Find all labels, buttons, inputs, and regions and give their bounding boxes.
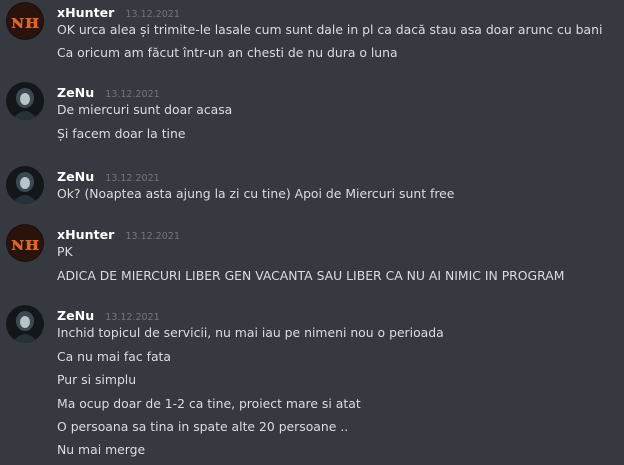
hooded-figure-icon[interactable] bbox=[6, 82, 44, 120]
message-line: ADICA DE MIERCURI LIBER GEN VACANTA SAU … bbox=[57, 268, 565, 283]
chat-messages: ɴн xHunter 13.12.2021 OK urca alea și tr… bbox=[0, 0, 624, 465]
message-line: Și facem doar la tine bbox=[57, 126, 186, 141]
svg-text:ɴн: ɴн bbox=[11, 9, 40, 33]
message-line: Ok? (Noaptea asta ajung la zi cu tine) A… bbox=[57, 186, 455, 201]
message-line: OK urca alea și trimite-le lasale cum su… bbox=[57, 22, 603, 37]
message-line: Ca oricum am făcut într-un an chesti de … bbox=[57, 45, 398, 60]
hooded-figure-icon[interactable] bbox=[6, 305, 44, 343]
hooded-figure-icon[interactable] bbox=[6, 166, 44, 204]
nh-logo-icon[interactable]: ɴн bbox=[6, 224, 44, 262]
message-line: Nu mai merge bbox=[57, 442, 146, 457]
username[interactable]: xHunter bbox=[57, 5, 114, 20]
nh-logo-icon[interactable]: ɴн bbox=[6, 2, 44, 40]
message-line: O persoana sa tina in spate alte 20 pers… bbox=[57, 419, 349, 434]
timestamp: 13.12.2021 bbox=[125, 231, 180, 242]
username[interactable]: xHunter bbox=[57, 227, 114, 242]
username[interactable]: ZeNu bbox=[57, 85, 94, 100]
message-line: De miercuri sunt doar acasa bbox=[57, 102, 233, 117]
message-line: Ma ocup doar de 1-2 ca tine, proiect mar… bbox=[57, 396, 361, 411]
message-line: PK bbox=[57, 244, 73, 259]
message-line: Pur si simplu bbox=[57, 372, 137, 387]
message-line: Inchid topicul de servicii, nu mai iau p… bbox=[57, 325, 444, 340]
message-line: Ca nu mai fac fata bbox=[57, 349, 171, 364]
username[interactable]: ZeNu bbox=[57, 308, 94, 323]
svg-text:ɴн: ɴн bbox=[11, 231, 40, 255]
username[interactable]: ZeNu bbox=[57, 169, 94, 184]
